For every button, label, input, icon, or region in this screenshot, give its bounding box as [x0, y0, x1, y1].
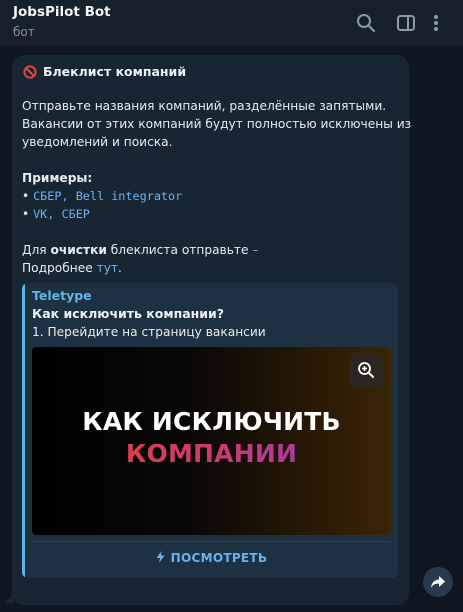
more-suffix: . — [118, 261, 122, 275]
preview-accent-bar — [22, 283, 25, 578]
more-info: Подробнее тут. — [22, 259, 122, 277]
preview-image[interactable]: КАК ИСКЛЮЧИТЬ КОМПАНИИ — [32, 347, 391, 535]
preview-title: Как исключить компании? — [32, 306, 225, 321]
message-title: Блеклист компаний — [23, 64, 186, 79]
clear-command-link[interactable]: – — [252, 243, 258, 257]
link-preview[interactable]: Teletype Как исключить компании? 1. Пере… — [22, 283, 398, 578]
preview-divider — [32, 541, 391, 542]
image-headline-line1: КАК ИСКЛЮЧИТЬ — [82, 407, 341, 436]
bot-name[interactable]: JobsPilot Bot — [13, 4, 111, 20]
zoom-in-button[interactable] — [349, 353, 383, 387]
clear-bold: очистки — [50, 243, 107, 257]
more-prefix: Подробнее — [22, 261, 97, 275]
more-link[interactable]: тут — [97, 261, 118, 275]
paragraph-line: Отправьте названия компаний, разделённые… — [22, 99, 387, 113]
examples-label: Примеры: — [22, 171, 93, 185]
more-vertical-icon[interactable] — [430, 12, 442, 34]
example-code[interactable]: VK, СБЕР — [33, 207, 90, 221]
zoom-in-icon — [358, 362, 374, 378]
example-item: • СБЕР, Bell integrator — [22, 189, 183, 203]
lightning-icon — [156, 550, 165, 566]
message-bubble: Блеклист компаний Отправьте названия ком… — [12, 55, 412, 605]
clear-suffix: блеклиста отправьте — [106, 243, 253, 257]
bot-status: бот — [13, 25, 35, 39]
search-icon[interactable] — [355, 12, 377, 34]
message-title-text: Блеклист компаний — [43, 64, 187, 79]
example-item: • VK, СБЕР — [22, 207, 90, 221]
paragraph-line: Вакансии от этих компаний будут полность… — [22, 117, 412, 131]
preview-description: 1. Перейдите на страницу вакансии — [32, 325, 266, 339]
share-button[interactable] — [423, 567, 453, 597]
image-headline-line2: КОМПАНИИ — [32, 439, 391, 468]
chat-area: Блеклист компаний Отправьте названия ком… — [0, 47, 463, 612]
no-entry-icon — [23, 64, 37, 79]
view-button[interactable]: ПОСМОТРЕТЬ — [32, 545, 391, 571]
example-code[interactable]: СБЕР, Bell integrator — [33, 189, 182, 203]
share-icon — [431, 576, 445, 588]
sidebar-toggle-icon[interactable] — [395, 12, 417, 34]
clear-prefix: Для — [22, 243, 51, 257]
paragraph-line: уведомлений и поиска. — [22, 135, 173, 149]
chat-header: JobsPilot Bot бот — [0, 0, 463, 47]
view-button-label: ПОСМОТРЕТЬ — [170, 551, 268, 565]
preview-site-name: Teletype — [32, 288, 92, 303]
clear-instruction: Для очистки блеклиста отправьте – — [22, 241, 258, 259]
